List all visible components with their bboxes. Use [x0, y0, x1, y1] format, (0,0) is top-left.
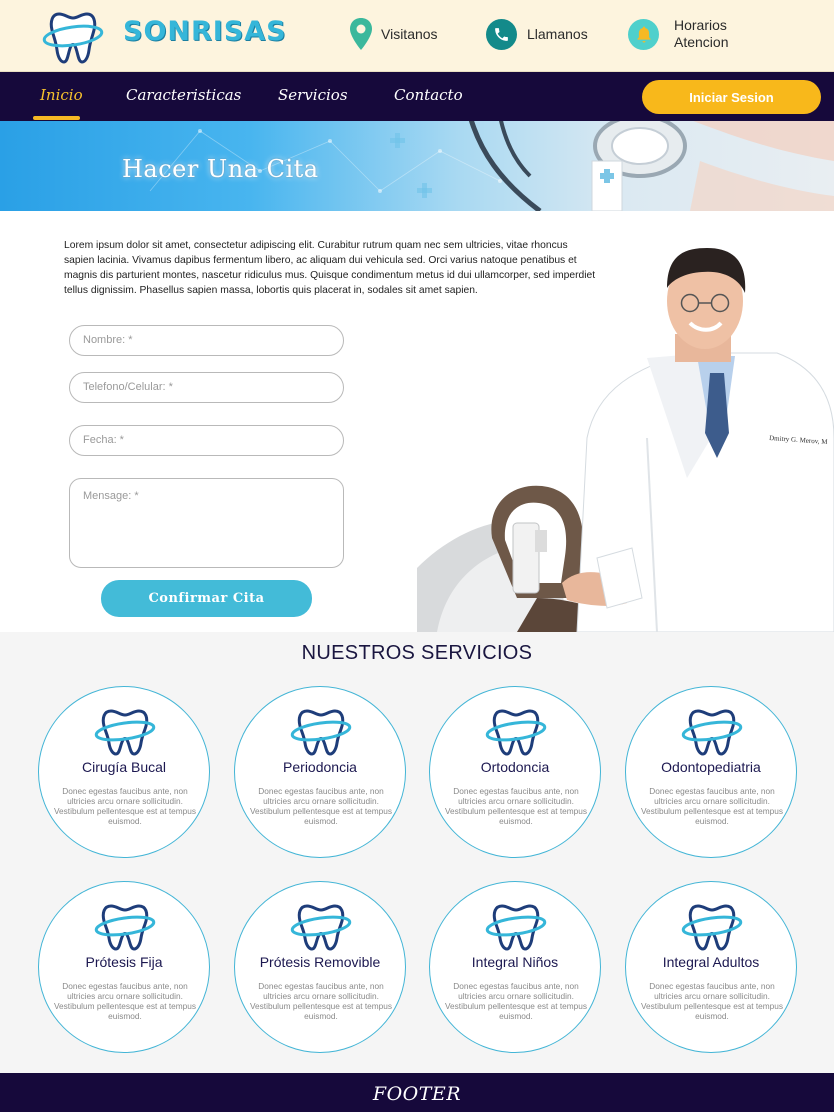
hours-label-line2: Atencion	[674, 34, 729, 50]
tooth-icon	[485, 709, 547, 756]
active-nav-indicator	[33, 116, 80, 120]
message-field[interactable]: Mensage: *	[69, 478, 344, 568]
service-card[interactable]: Cirugía Bucal Donec egestas faucibus ante…	[38, 686, 210, 858]
service-name: Prótesis Removible	[259, 954, 381, 970]
tooth-icon	[290, 904, 352, 951]
service-card[interactable]: Integral Adultos Donec egestas faucibus a…	[625, 881, 797, 1053]
service-description: Donec egestas faucibus ante, non ultrici…	[53, 981, 197, 1021]
service-card[interactable]: Odontopediatria Donec egestas faucibus an…	[625, 686, 797, 858]
bell-icon	[628, 18, 659, 50]
location-pin-icon	[350, 18, 372, 50]
service-description: Donec egestas faucibus ante, non ultrici…	[249, 981, 393, 1021]
call-us-label: Llamanos	[527, 25, 588, 42]
phone-field[interactable]: Telefono/Celular: *	[69, 372, 344, 403]
nav-item-servicios[interactable]: Servicios	[278, 86, 348, 104]
service-card[interactable]: Prótesis Fija Donec egestas faucibus ante…	[38, 881, 210, 1053]
hours-label: Horarios Atencion	[674, 17, 728, 51]
tooth-logo-icon[interactable]	[42, 6, 104, 66]
service-name: Periodoncia	[283, 759, 357, 775]
tooth-icon	[485, 904, 547, 951]
brand-name[interactable]: SONRISAS	[123, 16, 287, 47]
service-description: Donec egestas faucibus ante, non ultrici…	[640, 786, 784, 826]
service-card[interactable]: Prótesis Removible Donec egestas faucibus…	[234, 881, 406, 1053]
hero-banner: Hacer Una Cita	[0, 121, 834, 211]
service-name: Cirugía Bucal	[81, 759, 167, 775]
service-name: Integral Niños	[471, 954, 559, 970]
call-us-link[interactable]: Llamanos	[486, 14, 588, 54]
service-description: Donec egestas faucibus ante, non ultrici…	[444, 981, 588, 1021]
tooth-icon	[681, 709, 743, 756]
footer-label: FOOTER	[372, 1083, 462, 1105]
confirm-appointment-button[interactable]: Confirmar Cita	[101, 580, 312, 617]
service-name: Integral Adultos	[662, 954, 760, 970]
nav-item-caracteristicas[interactable]: Caracteristicas	[126, 86, 241, 104]
login-button[interactable]: Iniciar Sesion	[642, 80, 821, 114]
service-description: Donec egestas faucibus ante, non ultrici…	[444, 786, 588, 826]
tooth-icon	[290, 709, 352, 756]
service-description: Donec egestas faucibus ante, non ultrici…	[53, 786, 197, 826]
service-description: Donec egestas faucibus ante, non ultrici…	[249, 786, 393, 826]
services-title: NUESTROS SERVICIOS	[301, 642, 533, 664]
banner-title: Hacer Una Cita	[122, 155, 319, 183]
visit-us-label: Visitanos	[381, 25, 438, 42]
visit-us-link[interactable]: Visitanos	[349, 14, 438, 54]
service-card[interactable]: Ortodoncia Donec egestas faucibus ante, n…	[429, 686, 601, 858]
hours-label-line1: Horarios	[674, 17, 727, 33]
service-name: Odontopediatria	[661, 759, 761, 775]
tooth-icon	[94, 709, 156, 756]
tooth-icon	[681, 904, 743, 951]
service-card[interactable]: Integral Niños Donec egestas faucibus ant…	[429, 881, 601, 1053]
tooth-icon	[94, 904, 156, 951]
service-description: Donec egestas faucibus ante, non ultrici…	[640, 981, 784, 1021]
service-name: Prótesis Fija	[85, 954, 163, 970]
nav-item-contacto[interactable]: Contacto	[394, 86, 463, 104]
service-name: Ortodoncia	[480, 759, 550, 775]
nav-item-inicio[interactable]: Inicio	[40, 86, 83, 104]
name-field[interactable]: Nombre: *	[69, 325, 344, 356]
hours-link[interactable]: Horarios Atencion	[628, 14, 728, 54]
doctor-photo: Dmitry G. Merov, M	[417, 248, 834, 632]
phone-icon	[486, 18, 517, 50]
service-card[interactable]: Periodoncia Donec egestas faucibus ante, …	[234, 686, 406, 858]
date-field[interactable]: Fecha: *	[69, 425, 344, 456]
